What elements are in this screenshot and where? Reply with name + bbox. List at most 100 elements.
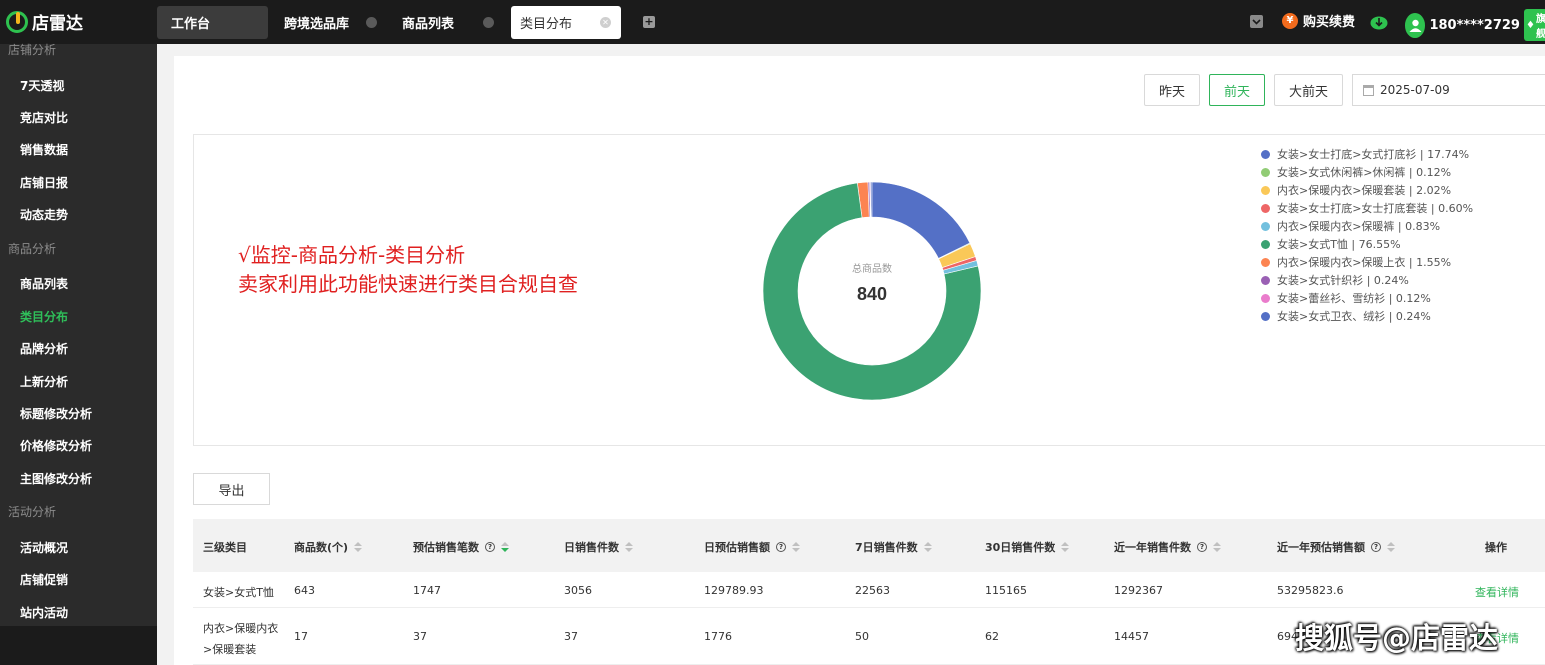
sidebar-item-price-change[interactable]: 价格修改分析 — [20, 437, 92, 454]
three-days-ago-button[interactable]: 大前天 — [1274, 74, 1343, 106]
sidebar-item-competitor[interactable]: 竞店对比 — [20, 109, 68, 126]
sidebar-item-brand[interactable]: 品牌分析 — [20, 340, 68, 357]
tab-product-list[interactable]: 商品列表 — [402, 6, 502, 39]
cell-est-orders: 1747 — [413, 584, 441, 597]
date-picker[interactable]: 2025-07-09 — [1352, 74, 1545, 106]
chart-legend: 女装>女士打底>女式打底衫 | 17.74% 女装>女式休闲裤>休闲裤 | 0.1… — [1261, 145, 1473, 325]
table-row: 女装>女式T恤 643 1747 3056 129789.93 22563 11… — [193, 572, 1545, 608]
export-button[interactable]: 导出 — [193, 473, 270, 505]
sidebar-item-product-list[interactable]: 商品列表 — [20, 275, 68, 292]
sort-icon[interactable] — [792, 542, 800, 552]
sidebar-item-store-promo[interactable]: 店铺促销 — [20, 571, 68, 588]
sort-icon[interactable] — [1387, 542, 1395, 552]
legend-dot-icon — [1261, 293, 1270, 303]
legend-item[interactable]: 女装>女士打底>女式打底衫 | 17.74% — [1261, 145, 1473, 163]
sort-icon[interactable] — [1213, 542, 1221, 552]
col-label: 日预估销售额 — [704, 541, 770, 554]
donut-slice[interactable] — [871, 181, 971, 259]
col-count[interactable]: 商品数(个) — [294, 539, 363, 555]
user-phone: 180****2729 — [1429, 17, 1520, 33]
day-before-button[interactable]: 前天 — [1209, 74, 1265, 106]
sidebar-item-new[interactable]: 上新分析 — [20, 373, 68, 390]
sidebar-item-category[interactable]: 类目分布 — [20, 308, 68, 325]
user-menu[interactable]: 180****2729 ♦ 旗舰 — [1405, 9, 1545, 41]
legend-label: 女装>女式T恤 | 76.55% — [1277, 238, 1401, 251]
app-logo[interactable]: 店雷达 — [6, 9, 83, 34]
close-icon[interactable]: ✕ — [600, 17, 611, 28]
watermark: 搜狐号@店雷达 — [1295, 621, 1499, 655]
tab-workbench[interactable]: 工作台 — [157, 6, 268, 39]
legend-item[interactable]: 女装>女式卫衣、绒衫 | 0.24% — [1261, 307, 1473, 325]
col-label: 日销售件数 — [564, 541, 619, 554]
legend-item[interactable]: 内衣>保暖内衣>保暖套装 | 2.02% — [1261, 181, 1473, 199]
sidebar-item-daily-report[interactable]: 店铺日报 — [20, 174, 68, 191]
cell-30d-qty: 62 — [985, 630, 999, 643]
sort-icon[interactable] — [923, 542, 932, 552]
add-tab-icon[interactable]: + — [643, 16, 655, 28]
sort-icon[interactable] — [1061, 542, 1070, 552]
top-bar: 店雷达 工作台 跨境选品库 商品列表 类目分布 ✕ + ¥ 购买续费 180**… — [0, 0, 1545, 44]
sort-icon[interactable] — [354, 542, 363, 552]
legend-item[interactable]: 女装>女式针织衫 | 0.24% — [1261, 271, 1473, 289]
sidebar-item-onsite-activity[interactable]: 站内活动 — [20, 604, 68, 621]
cell-1y-qty: 1292367 — [1114, 584, 1163, 597]
help-icon[interactable]: ? — [776, 542, 786, 552]
col-daily-sales[interactable]: 日预估销售额? — [704, 539, 800, 555]
tab-category-distribution[interactable]: 类目分布 ✕ — [511, 6, 621, 39]
tab-label: 工作台 — [171, 17, 211, 32]
donut-center-label: 总商品数 — [852, 262, 892, 275]
diamond-icon: ♦ — [1525, 19, 1535, 31]
sort-icon[interactable] — [625, 542, 633, 552]
legend-label: 女装>蕾丝衫、雪纺衫 | 0.12% — [1277, 292, 1431, 305]
yen-icon: ¥ — [1282, 12, 1298, 29]
cell-daily-qty: 37 — [564, 630, 578, 643]
sidebar-item-title-change[interactable]: 标题修改分析 — [20, 405, 92, 422]
sidebar-item-activity-overview[interactable]: 活动概况 — [20, 539, 68, 556]
legend-item[interactable]: 女装>女士打底>女士打底套装 | 0.60% — [1261, 199, 1473, 217]
download-icon[interactable] — [1370, 14, 1388, 30]
legend-item[interactable]: 女装>女式休闲裤>休闲裤 | 0.12% — [1261, 163, 1473, 181]
cell-7d-qty: 22563 — [855, 584, 890, 597]
sidebar-item-trend[interactable]: 动态走势 — [20, 206, 68, 223]
col-7d-qty[interactable]: 7日销售件数 — [855, 539, 932, 555]
sidebar-item-sales-data[interactable]: 销售数据 — [20, 141, 68, 158]
close-icon[interactable] — [366, 17, 377, 28]
legend-label: 内衣>保暖内衣>保暖裤 | 0.83% — [1277, 220, 1441, 233]
legend-label: 女装>女式卫衣、绒衫 | 0.24% — [1277, 310, 1431, 323]
yesterday-button[interactable]: 昨天 — [1144, 74, 1200, 106]
sidebar-section-store: 店铺分析 — [8, 43, 57, 57]
help-icon[interactable]: ? — [485, 542, 495, 552]
help-icon[interactable]: ? — [1371, 542, 1381, 552]
sidebar-item-7day[interactable]: 7天透视 — [20, 77, 64, 94]
sort-icon[interactable] — [501, 542, 509, 552]
legend-label: 女装>女式休闲裤>休闲裤 | 0.12% — [1277, 166, 1452, 179]
message-icon[interactable] — [1250, 15, 1263, 28]
col-1y-qty[interactable]: 近一年销售件数? — [1114, 539, 1221, 555]
legend-dot-icon — [1261, 275, 1270, 285]
legend-dot-icon — [1261, 203, 1270, 213]
legend-dot-icon — [1261, 167, 1270, 177]
col-label: 预估销售笔数 — [413, 541, 479, 554]
legend-dot-icon — [1261, 239, 1270, 249]
col-30d-qty[interactable]: 30日销售件数 — [985, 539, 1070, 555]
col-label: 商品数(个) — [294, 541, 349, 554]
legend-item[interactable]: 女装>蕾丝衫、雪纺衫 | 0.12% — [1261, 289, 1473, 307]
close-icon[interactable] — [483, 17, 494, 28]
legend-item[interactable]: 内衣>保暖内衣>保暖上衣 | 1.55% — [1261, 253, 1473, 271]
sidebar-item-image-change[interactable]: 主图修改分析 — [20, 470, 92, 487]
col-daily-qty[interactable]: 日销售件数 — [564, 539, 633, 555]
tab-cross-border[interactable]: 跨境选品库 — [284, 6, 394, 39]
legend-item[interactable]: 内衣>保暖内衣>保暖裤 | 0.83% — [1261, 217, 1473, 235]
annotation-line-1: √监控-商品分析-类目分析 — [238, 243, 466, 267]
cell-daily-qty: 3056 — [564, 584, 592, 597]
donut-chart[interactable]: 总商品数 840 — [760, 179, 984, 403]
help-icon[interactable]: ? — [1197, 542, 1207, 552]
buy-renew-button[interactable]: ¥ 购买续费 — [1282, 11, 1355, 30]
legend-dot-icon — [1261, 311, 1270, 321]
calendar-icon — [1363, 84, 1374, 96]
view-details-link[interactable]: 查看详情 — [1475, 584, 1519, 600]
legend-label: 女装>女式针织衫 | 0.24% — [1277, 274, 1409, 287]
legend-item[interactable]: 女装>女式T恤 | 76.55% — [1261, 235, 1473, 253]
col-1y-sales[interactable]: 近一年预估销售额? — [1277, 539, 1395, 555]
col-est-orders[interactable]: 预估销售笔数? — [413, 539, 509, 555]
